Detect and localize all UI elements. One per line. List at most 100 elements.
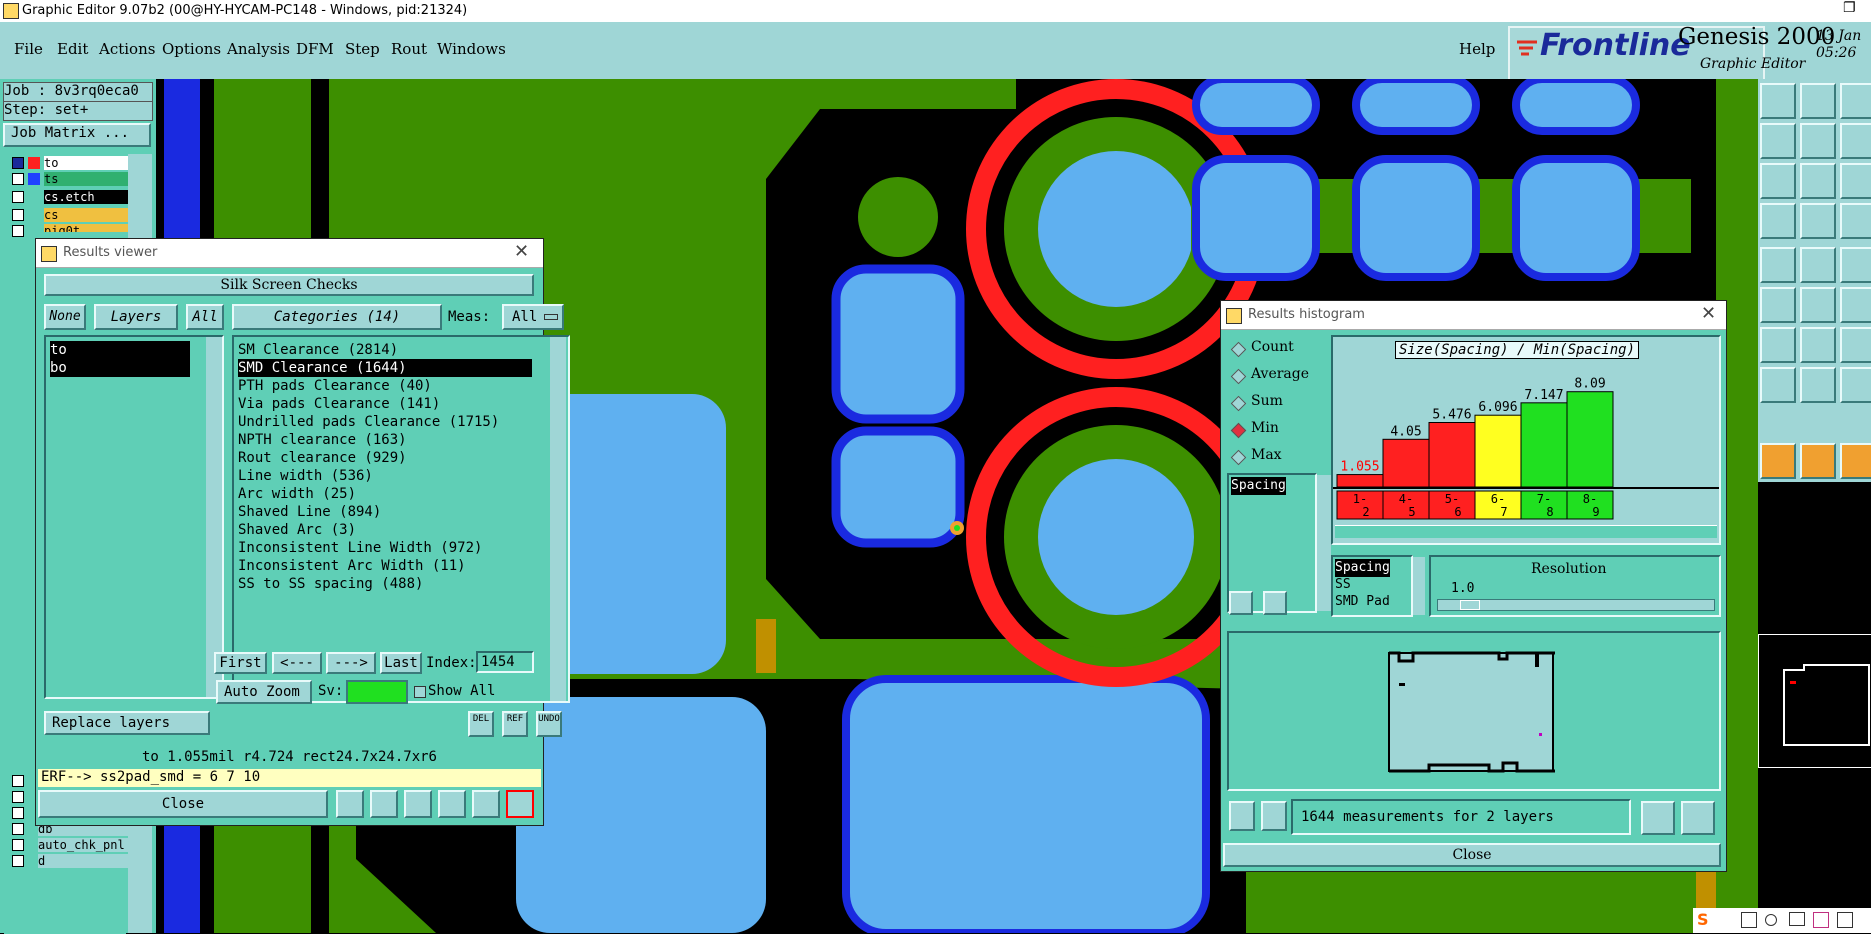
toolbar-button[interactable] bbox=[1840, 123, 1871, 159]
type-list[interactable]: Spacing SS SMD Pad bbox=[1331, 555, 1413, 617]
toolbar-button[interactable] bbox=[1840, 443, 1871, 479]
overview-map[interactable] bbox=[1758, 634, 1871, 768]
toolbar-button[interactable] bbox=[1760, 203, 1796, 239]
menu-file[interactable]: File bbox=[14, 40, 43, 58]
navigate-icon[interactable] bbox=[1641, 801, 1675, 835]
toolbar-button[interactable] bbox=[1760, 367, 1796, 403]
show-all-checkbox[interactable] bbox=[414, 686, 426, 698]
job-matrix-button[interactable]: Job Matrix ... bbox=[3, 123, 151, 147]
toolbar-button[interactable] bbox=[1840, 203, 1871, 239]
histogram-bar[interactable] bbox=[1336, 474, 1384, 488]
toolbar-button[interactable] bbox=[1840, 163, 1871, 199]
layer-list-item[interactable]: to bbox=[50, 341, 190, 359]
histogram-bar[interactable] bbox=[1474, 414, 1522, 488]
layer-checkbox[interactable] bbox=[12, 173, 24, 185]
toolbox-icon[interactable] bbox=[1837, 912, 1853, 928]
toolbar-button[interactable] bbox=[1800, 247, 1836, 283]
next-button[interactable]: ---> bbox=[326, 652, 376, 674]
toolbar-button[interactable] bbox=[1760, 247, 1796, 283]
metric-scrollbar[interactable] bbox=[1317, 475, 1331, 611]
toolbar-button[interactable] bbox=[1800, 367, 1836, 403]
layer-row[interactable]: cs bbox=[10, 208, 132, 222]
punct-icon[interactable] bbox=[1765, 914, 1777, 926]
layers-scrollbar[interactable] bbox=[206, 337, 222, 697]
toolbar-button[interactable] bbox=[1800, 163, 1836, 199]
layer-checkbox[interactable] bbox=[12, 225, 24, 237]
category-item-selected[interactable]: SMD Clearance (1644) bbox=[238, 359, 532, 377]
layer-checkbox[interactable] bbox=[12, 839, 24, 851]
toolbar-button[interactable] bbox=[1840, 367, 1871, 403]
category-item[interactable]: Line width (536) bbox=[238, 467, 373, 485]
category-item[interactable]: Shaved Arc (3) bbox=[238, 521, 356, 539]
layer-row[interactable]: auto_chk_pnl bbox=[10, 838, 134, 852]
menu-actions[interactable]: Actions bbox=[99, 40, 155, 58]
menu-dfm[interactable]: DFM bbox=[296, 40, 334, 58]
histogram-icon[interactable] bbox=[506, 790, 534, 818]
category-item[interactable]: Inconsistent Arc Width (11) bbox=[238, 557, 466, 575]
layer-row[interactable]: to bbox=[10, 156, 132, 170]
type-item-selected[interactable]: Spacing bbox=[1335, 559, 1390, 577]
histogram-bar[interactable] bbox=[1428, 422, 1476, 488]
prev-button[interactable]: <--- bbox=[272, 652, 322, 674]
toolbar-button[interactable] bbox=[1760, 163, 1796, 199]
category-item[interactable]: NPTH clearance (163) bbox=[238, 431, 407, 449]
toolbar-button[interactable] bbox=[1840, 83, 1871, 119]
radio-min-selected[interactable] bbox=[1230, 422, 1247, 439]
toolbar-button[interactable] bbox=[1760, 83, 1796, 119]
report-icon[interactable] bbox=[472, 790, 500, 818]
metric-item[interactable]: Spacing bbox=[1231, 477, 1286, 495]
undo-button[interactable]: UNDO bbox=[536, 711, 562, 737]
restore-icon[interactable]: ❐ bbox=[1843, 0, 1856, 16]
first-button[interactable]: First bbox=[214, 652, 267, 674]
category-item[interactable]: Via pads Clearance (141) bbox=[238, 395, 440, 413]
layer-row[interactable]: ts bbox=[10, 172, 132, 186]
close-icon[interactable]: ✕ bbox=[1701, 303, 1716, 324]
layer-checkbox[interactable] bbox=[12, 855, 24, 867]
keyboard-icon[interactable] bbox=[1789, 912, 1805, 926]
layers-all-button[interactable]: All bbox=[186, 304, 224, 330]
radio-count[interactable] bbox=[1230, 341, 1247, 358]
radio-average[interactable] bbox=[1230, 368, 1247, 385]
layer-checkbox[interactable] bbox=[12, 775, 24, 787]
ref-icon[interactable] bbox=[1263, 591, 1287, 615]
toolbar-button[interactable] bbox=[1760, 443, 1796, 479]
layer-checkbox[interactable] bbox=[12, 823, 24, 835]
category-item[interactable]: Rout clearance (929) bbox=[238, 449, 407, 467]
skin-icon[interactable] bbox=[1813, 912, 1829, 928]
layers-none-button[interactable]: None bbox=[44, 304, 86, 330]
layer-checkbox[interactable] bbox=[12, 191, 24, 203]
ime-icon[interactable]: S bbox=[1697, 910, 1709, 929]
sv-color-dropdown[interactable] bbox=[346, 680, 408, 704]
categories-list[interactable]: SM Clearance (2814) SMD Clearance (1644)… bbox=[232, 335, 570, 703]
menu-help[interactable]: Help bbox=[1459, 40, 1495, 58]
close-button[interactable]: Close bbox=[38, 790, 328, 818]
lang-icon[interactable] bbox=[1741, 912, 1757, 928]
histogram-bar[interactable] bbox=[1566, 391, 1614, 488]
type-item[interactable]: SS bbox=[1335, 576, 1351, 594]
menu-edit[interactable]: Edit bbox=[57, 40, 88, 58]
radio-max[interactable] bbox=[1230, 449, 1247, 466]
menu-rout[interactable]: Rout bbox=[391, 40, 427, 58]
layer-checkbox[interactable] bbox=[12, 807, 24, 819]
del-icon[interactable] bbox=[1229, 801, 1255, 831]
category-item[interactable]: Shaved Line (894) bbox=[238, 503, 381, 521]
menu-step[interactable]: Step bbox=[345, 40, 380, 58]
clear-icon[interactable] bbox=[404, 790, 432, 818]
last-button[interactable]: Last bbox=[380, 652, 422, 674]
del-icon[interactable] bbox=[1229, 591, 1253, 615]
type-item[interactable]: SMD Pad bbox=[1335, 593, 1390, 611]
toolbar-button[interactable] bbox=[1840, 247, 1871, 283]
toolbar-button[interactable] bbox=[1800, 83, 1836, 119]
toolbar-button[interactable] bbox=[1760, 123, 1796, 159]
layer-row[interactable]: pig0t bbox=[10, 224, 132, 238]
categories-scrollbar[interactable] bbox=[550, 337, 566, 701]
map-icon[interactable] bbox=[438, 790, 466, 818]
check-set-header[interactable]: Silk Screen Checks bbox=[44, 274, 534, 296]
category-item[interactable]: Arc width (25) bbox=[238, 485, 356, 503]
toolbar-button[interactable] bbox=[1840, 327, 1871, 363]
menu-analysis[interactable]: Analysis bbox=[227, 40, 290, 58]
toolbar-button[interactable] bbox=[1800, 327, 1836, 363]
layers-list[interactable]: to bo bbox=[44, 335, 224, 699]
resolution-slider[interactable] bbox=[1437, 599, 1715, 611]
highlight-icon[interactable] bbox=[370, 790, 398, 818]
